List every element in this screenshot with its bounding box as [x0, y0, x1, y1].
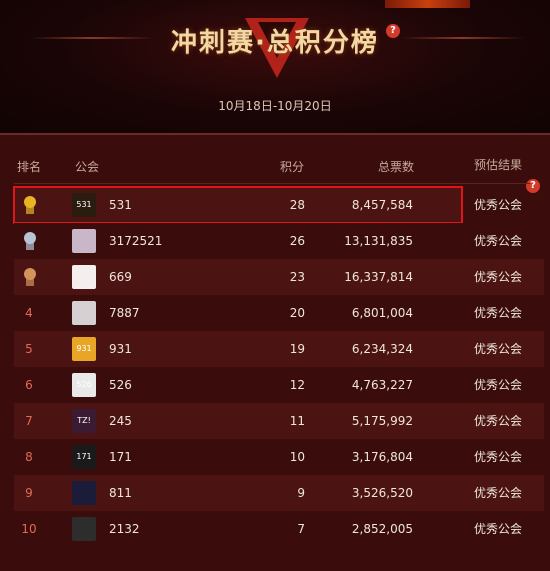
guild-name[interactable]: 171	[109, 439, 249, 475]
table-row[interactable]: 4 7887 20 6,801,004 优秀公会	[14, 295, 544, 331]
rank-number: 9	[25, 486, 33, 500]
votes-value: 6,801,004	[351, 306, 413, 320]
guild-name[interactable]: 669	[109, 259, 249, 295]
points-value: 11	[289, 414, 305, 428]
guild-avatar[interactable]	[72, 481, 96, 505]
result-value: 优秀公会	[474, 414, 523, 428]
guild-avatar[interactable]	[72, 301, 96, 325]
col-points-header: 积分	[280, 160, 305, 174]
guild-avatar[interactable]	[72, 265, 96, 289]
rank-number: 7	[25, 414, 33, 428]
rank-number: 10	[21, 522, 37, 536]
rank-number: 6	[25, 378, 33, 392]
result-value: 优秀公会	[474, 522, 523, 536]
result-value: 优秀公会	[474, 306, 523, 320]
col-guild-header: 公会	[75, 160, 100, 174]
guild-avatar[interactable]: 531	[72, 193, 96, 217]
date-range: 10月18日-10月20日	[218, 99, 332, 113]
guild-avatar[interactable]: 931	[72, 337, 96, 361]
points-value: 26	[289, 234, 305, 248]
col-result-label: 预估结果	[474, 158, 523, 172]
points-value: 20	[289, 306, 305, 320]
votes-value: 4,763,227	[351, 378, 413, 392]
top-glow-decoration	[385, 0, 470, 8]
table-row[interactable]: 10 2132 7 2,852,005 优秀公会	[14, 511, 544, 547]
points-value: 10	[289, 450, 305, 464]
guild-avatar[interactable]: 171	[72, 445, 96, 469]
table-row[interactable]: 8 171 171 10 3,176,804 优秀公会	[14, 439, 544, 475]
table-row[interactable]: 7 TZ! 245 11 5,175,992 优秀公会	[14, 403, 544, 439]
points-value: 12	[289, 378, 305, 392]
rank-number: 4	[25, 306, 33, 320]
points-value: 9	[297, 486, 305, 500]
guild-name[interactable]: 2132	[109, 511, 249, 547]
rank-number: 5	[25, 342, 33, 356]
guild-name[interactable]: 245	[109, 403, 249, 439]
result-value: 优秀公会	[474, 342, 523, 356]
guild-name[interactable]: 526	[109, 367, 249, 403]
table-row[interactable]: 5 931 931 19 6,234,324 优秀公会	[14, 331, 544, 367]
result-value: 优秀公会	[474, 270, 523, 284]
col-votes-header: 总票数	[378, 160, 415, 174]
table-row[interactable]: 669 23 16,337,814 优秀公会	[14, 259, 544, 295]
rank-number: 8	[25, 450, 33, 464]
votes-value: 3,176,804	[351, 450, 413, 464]
points-value: 23	[289, 270, 305, 284]
guild-name[interactable]: 7887	[109, 295, 249, 331]
result-value: 优秀公会	[474, 450, 523, 464]
guild-avatar[interactable]: 526	[72, 373, 96, 397]
votes-value: 3,526,520	[351, 486, 413, 500]
votes-value: 8,457,584	[351, 198, 413, 212]
medal-ribbon	[26, 206, 34, 214]
guild-name[interactable]: 3172521	[109, 223, 249, 259]
guild-avatar[interactable]	[72, 517, 96, 541]
guild-name[interactable]: 531	[109, 187, 249, 223]
votes-value: 13,131,835	[344, 234, 413, 248]
table-body: 531 531 28 8,457,584 优秀公会 3172521 26 13,131,835…	[0, 186, 550, 547]
votes-value: 2,852,005	[351, 522, 413, 536]
guild-avatar[interactable]: TZ!	[72, 409, 96, 433]
result-value: 优秀公会	[474, 378, 523, 392]
silver-medal-icon	[22, 232, 38, 250]
leaderboard-header: 冲刺赛·总积分榜 ? 10月18日-10月20日	[0, 0, 550, 135]
header-divider	[14, 183, 530, 184]
points-value: 19	[289, 342, 305, 356]
table-row[interactable]: 3172521 26 13,131,835 优秀公会	[14, 223, 544, 259]
bronze-medal-icon	[22, 268, 38, 286]
table-header: 排名 公会 积分 总票数 预估结果?	[0, 135, 550, 193]
table-row[interactable]: 6 526 526 12 4,763,227 优秀公会	[14, 367, 544, 403]
leaderboard-table: 排名 公会 积分 总票数 预估结果? 531 531 28 8,457,584 优秀公会…	[0, 133, 550, 571]
guild-avatar[interactable]	[72, 229, 96, 253]
col-result-header: 预估结果?	[474, 156, 541, 193]
points-value: 7	[297, 522, 305, 536]
votes-value: 6,234,324	[351, 342, 413, 356]
votes-value: 16,337,814	[344, 270, 413, 284]
result-value: 优秀公会	[474, 234, 523, 248]
gold-medal-icon	[22, 196, 38, 214]
table-row[interactable]: 9 811 9 3,526,520 优秀公会	[14, 475, 544, 511]
guild-name[interactable]: 811	[109, 475, 249, 511]
table-row[interactable]: 531 531 28 8,457,584 优秀公会	[13, 186, 522, 224]
result-value: 优秀公会	[474, 198, 523, 212]
votes-value: 5,175,992	[351, 414, 413, 428]
points-value: 28	[289, 198, 305, 212]
col-rank-header: 排名	[17, 160, 42, 174]
title-help-icon[interactable]: ?	[386, 24, 400, 38]
medal-ribbon	[26, 278, 34, 286]
page-title: 冲刺赛·总积分榜	[171, 28, 379, 58]
guild-name[interactable]: 931	[109, 331, 249, 367]
result-value: 优秀公会	[474, 486, 523, 500]
medal-ribbon	[26, 242, 34, 250]
